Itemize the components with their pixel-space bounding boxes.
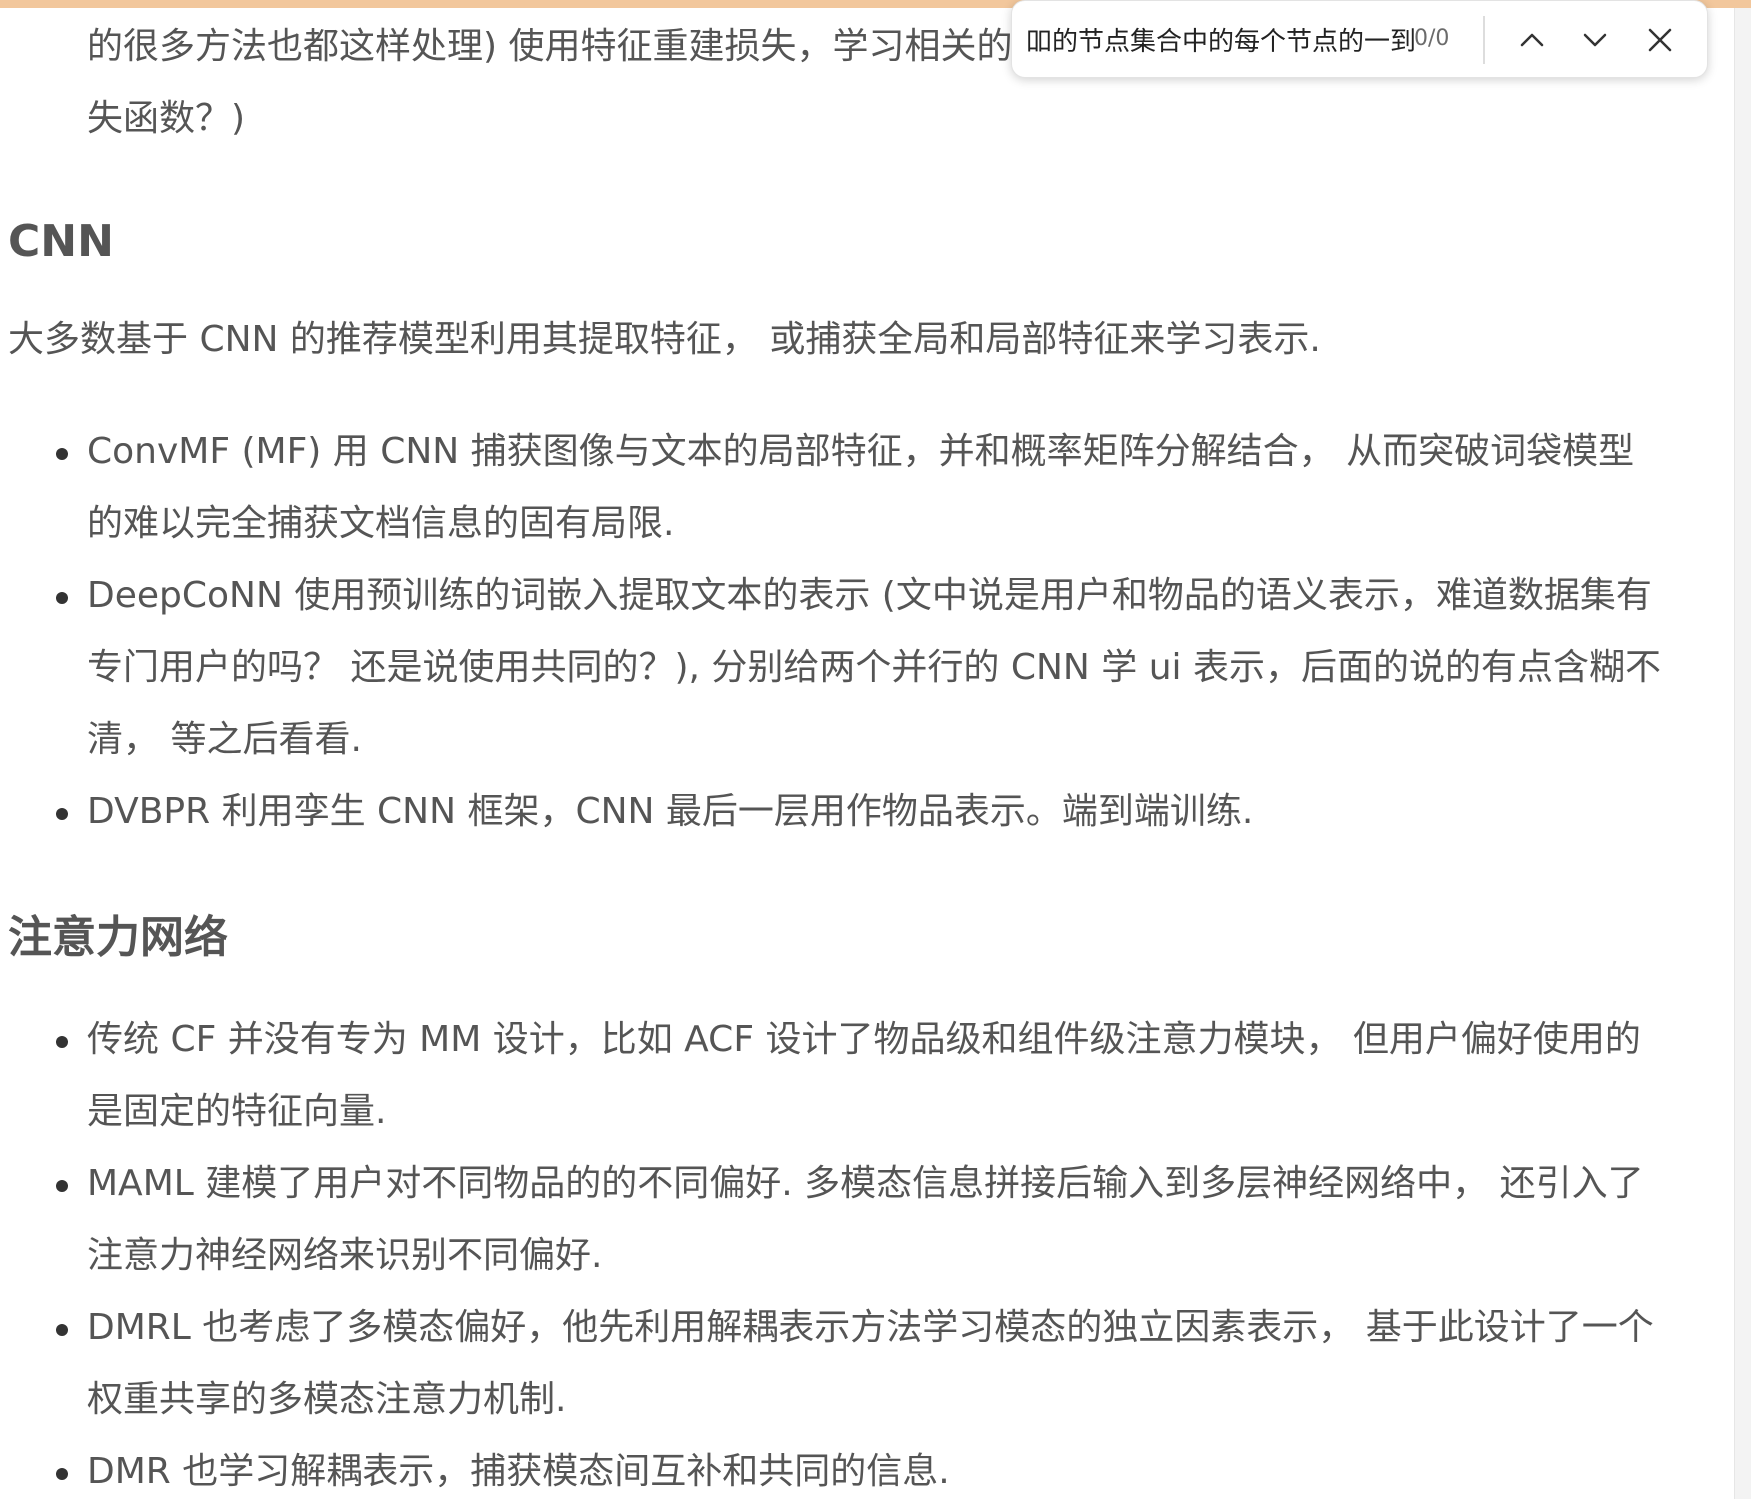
list-item-line: MAML 建模了用户对不同物品的的不同偏好. 多模态信息拼接后输入到多层神经网络… [87,1163,1644,1204]
list-bullet [56,1180,68,1192]
list-item-line: DeepCoNN 使用预训练的词嵌入提取文本的表示 (文中说是用户和物品的语义表… [87,575,1652,616]
find-match-count: 0/0 [1414,26,1450,51]
vertical-scrollbar[interactable] [1734,8,1751,1499]
chevron-down-icon [1583,33,1607,47]
find-next-button[interactable] [1571,16,1619,64]
list-bullet [56,808,68,820]
find-in-page-bar: 吅的节点集合中的每个节点的一到中 0/0 [1011,0,1708,78]
find-search-input[interactable]: 吅的节点集合中的每个节点的一到中 [1026,21,1414,58]
list-item-line: 权重共享的多模态注意力机制. [87,1379,567,1420]
list-bullet [56,448,68,460]
list-item-line: 传统 CF 并没有专为 MM 设计，比如 ACF 设计了物品级和组件级注意力模块… [87,1019,1641,1060]
chevron-up-icon [1520,33,1544,47]
list-bullet [56,592,68,604]
list-bullet [56,1468,68,1480]
document-content: 的很多方法也都这样处理) 使用特征重建损失，学习相关的 失函数？) CNN 大多… [0,0,1680,1499]
list-item-line: 专门用户的吗？ 还是说使用共同的？), 分别给两个并行的 CNN 学 ui 表示… [87,647,1661,688]
list-item-line: 清， 等之后看看. [87,719,362,760]
find-divider [1483,16,1485,64]
close-icon [1648,28,1672,52]
list-item-line: DMR 也学习解耦表示，捕获模态间互补和共同的信息. [87,1451,950,1492]
list-bullet [56,1324,68,1336]
list-item-line: DMRL 也考虑了多模态偏好，他先利用解耦表示方法学习模态的独立因素表示， 基于… [87,1307,1654,1348]
list-item-line: 是固定的特征向量. [87,1091,387,1132]
find-close-button[interactable] [1636,16,1684,64]
intro-line-2: 失函数？) [87,98,246,139]
list-item-line: 的难以完全捕获文档信息的固有局限. [87,503,675,544]
intro-line-1: 的很多方法也都这样处理) 使用特征重建损失，学习相关的 [87,26,1013,67]
find-previous-button[interactable] [1508,16,1556,64]
section-heading-cnn: CNN [8,216,114,267]
cnn-paragraph: 大多数基于 CNN 的推荐模型利用其提取特征， 或捕获全局和局部特征来学习表示. [8,319,1321,360]
list-item-line: ConvMF (MF) 用 CNN 捕获图像与文本的局部特征，并和概率矩阵分解结… [87,431,1635,472]
list-bullet [56,1036,68,1048]
list-item-line: DVBPR 利用孪生 CNN 框架，CNN 最后一层用作物品表示。端到端训练. [87,791,1254,832]
section-heading-attention: 注意力网络 [8,912,228,963]
list-item-line: 注意力神经网络来识别不同偏好. [87,1235,603,1276]
